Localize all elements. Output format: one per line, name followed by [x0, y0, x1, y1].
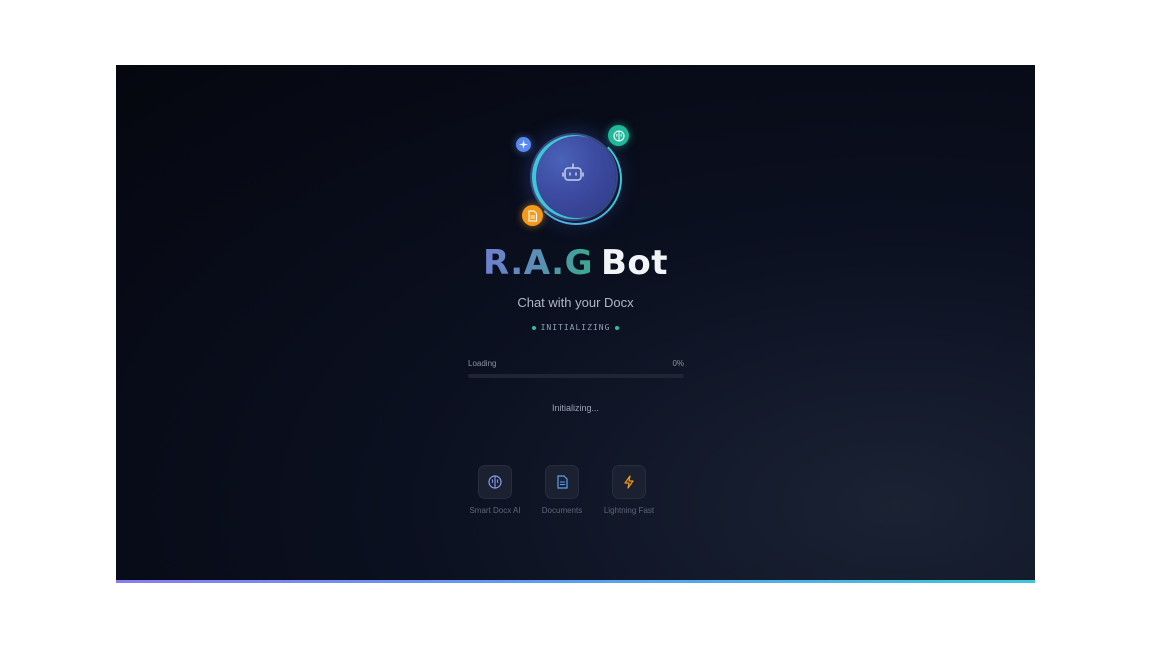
feature-list: Smart Docx AI Documents Lightning Fast — [469, 465, 680, 525]
robot-icon — [562, 163, 584, 181]
progress-label: Loading — [468, 359, 497, 368]
brain-badge — [608, 125, 629, 146]
sparkle-icon — [519, 140, 528, 149]
progress-message: Initializing... — [551, 403, 600, 413]
progress-label-row: Loading 0% — [468, 359, 684, 368]
progress-bar — [468, 374, 684, 378]
feature-documents: Documents — [527, 465, 597, 515]
feature-label: Lightning Fast — [603, 506, 655, 515]
document-icon — [556, 475, 568, 489]
feature-icon-box — [478, 465, 512, 499]
lightning-icon — [624, 475, 634, 489]
app-subtitle: Chat with your Docx — [517, 295, 634, 310]
feature-icon-box — [612, 465, 646, 499]
status-dot — [531, 325, 536, 330]
bottom-accent-line — [116, 580, 1035, 583]
sparkle-badge — [516, 137, 531, 152]
app-title-primary: R.A.G — [482, 243, 593, 283]
progress-percent: 0% — [672, 359, 684, 368]
app-title-secondary: Bot — [600, 243, 669, 283]
feature-icon-box — [545, 465, 579, 499]
app-title: R.A.G Bot — [116, 243, 1035, 283]
status-indicator: INITIALIZING — [116, 323, 1035, 332]
feature-label: Documents — [541, 506, 583, 515]
logo-orb-group — [512, 125, 640, 235]
brain-icon — [488, 475, 502, 489]
feature-smart-docx: Smart Docx AI — [460, 465, 530, 515]
feature-label: Smart Docx AI — [469, 506, 521, 515]
feature-lightning-fast: Lightning Fast — [594, 465, 664, 515]
splash-screen: R.A.G Bot Chat with your Docx INITIALIZIN… — [116, 65, 1035, 583]
status-dot — [615, 325, 620, 330]
document-icon — [528, 209, 538, 222]
status-text: INITIALIZING — [540, 323, 611, 332]
brain-icon — [612, 129, 625, 142]
document-badge — [522, 205, 543, 226]
